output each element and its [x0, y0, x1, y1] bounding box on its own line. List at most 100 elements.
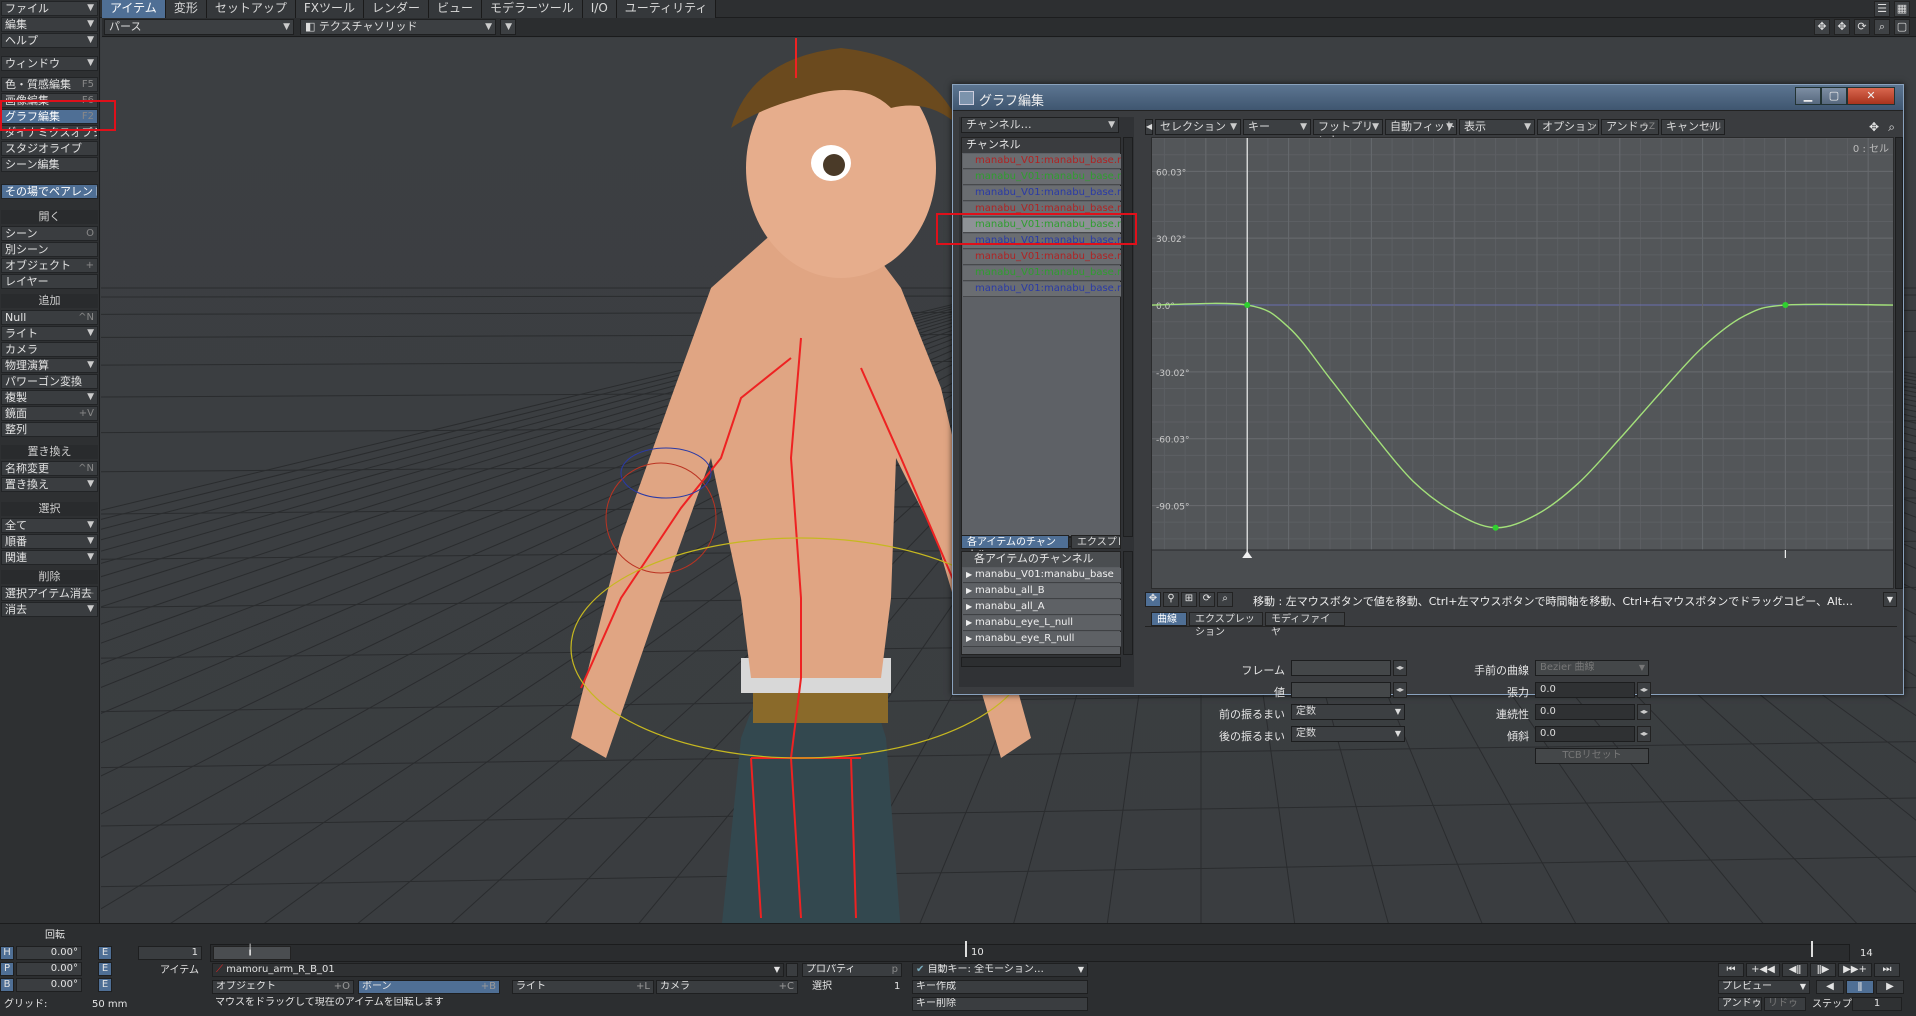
minimize-button[interactable]: ▁ — [1795, 87, 1821, 105]
rotate-view-icon[interactable]: ✥ — [1834, 19, 1850, 35]
autokey-toggle[interactable]: ✔ 自動キー: 全モーション… ▼ — [912, 963, 1088, 977]
graph-vscrollbar[interactable] — [1895, 137, 1903, 589]
channel-row[interactable]: manabu_V01:manabu_base.ma — [963, 266, 1121, 281]
bias-spinner[interactable]: ◂▸ — [1637, 726, 1651, 742]
channel-dropdown[interactable]: チャンネル… ▼ — [961, 117, 1119, 133]
filter-2[interactable]: ライト +L — [512, 980, 654, 994]
graph-toolbar-item-5[interactable]: オプション o — [1537, 119, 1599, 135]
frame-start-field[interactable]: 1 — [138, 946, 202, 960]
bias-field[interactable]: 0.0 — [1535, 726, 1635, 742]
zoom-view-icon[interactable]: ⟳ — [1854, 19, 1870, 35]
rotate-tool-icon[interactable]: ⟳ — [1199, 592, 1215, 607]
graph-area[interactable]: 60.03°30.02°0.0°-30.02°-60.03°-90.05°024… — [1151, 137, 1894, 589]
select-item-0[interactable]: 全て ▼ — [1, 518, 98, 533]
channel-scrollbar[interactable] — [1123, 137, 1133, 537]
b-envelope-button[interactable]: E — [98, 978, 112, 992]
add-item-1[interactable]: ライト ▼ — [1, 326, 98, 341]
tension-spinner[interactable]: ◂▸ — [1637, 682, 1651, 698]
add-item-6[interactable]: 鏡面 +V — [1, 406, 98, 421]
move-view-icon[interactable]: ✥ — [1814, 19, 1830, 35]
add-item-5[interactable]: 複製 ▼ — [1, 390, 98, 405]
tab-2[interactable]: セットアップ — [206, 0, 296, 18]
open-item-3[interactable]: レイヤー — [1, 274, 98, 289]
zoom-tool-icon[interactable]: ⌕ — [1217, 592, 1233, 607]
close-button[interactable]: ✕ — [1847, 87, 1895, 105]
item-tab-1[interactable]: エクスプレ… — [1071, 535, 1121, 549]
graph-toolbar-item-0[interactable]: セレクション ▼ — [1155, 119, 1241, 135]
next-key-icon[interactable]: ▶▶+ — [1838, 963, 1872, 977]
editor-item-4[interactable]: スタジオライブ — [1, 141, 98, 156]
tab-3[interactable]: FXツール — [295, 0, 364, 18]
play-reverse-icon[interactable]: ◀ — [1816, 980, 1844, 994]
tab-4[interactable]: レンダー — [363, 0, 429, 18]
pause-icon[interactable]: ǁ — [1846, 980, 1874, 994]
p-value-field[interactable]: 0.00° — [16, 962, 82, 976]
expand-arrow-icon[interactable]: ▶ — [966, 632, 972, 646]
channel-row[interactable]: manabu_V01:manabu_base.ma — [963, 186, 1121, 201]
frame-spinner[interactable]: ◂▸ — [1393, 660, 1407, 676]
h-envelope-button[interactable]: E — [98, 946, 112, 960]
shading-mode-dropdown[interactable]: ◧ テクスチャソリッド ▼ — [300, 19, 496, 35]
add-item-7[interactable]: 整列 — [1, 422, 98, 437]
item-row[interactable]: ▶ manabu_all_B — [963, 584, 1121, 599]
grid-view-icon[interactable]: ▦ — [1894, 1, 1910, 17]
maximize-button[interactable]: ▢ — [1821, 87, 1847, 105]
window-menu[interactable]: ウィンドウ ▼ — [1, 56, 98, 71]
create-key-button[interactable]: キー作成 — [912, 980, 1088, 994]
filter-3[interactable]: カメラ +C — [656, 980, 798, 994]
step-field[interactable]: 1 — [1852, 997, 1902, 1011]
graph-toolbar-item-1[interactable]: キー ▼ — [1243, 119, 1311, 135]
continuity-spinner[interactable]: ◂▸ — [1637, 704, 1651, 720]
tab-1[interactable]: 変形 — [165, 0, 207, 18]
redo-button[interactable]: リドゥ — [1764, 997, 1806, 1011]
expand-arrow-icon[interactable]: ▶ — [966, 584, 972, 598]
value-field[interactable] — [1291, 682, 1391, 698]
add-item-4[interactable]: パワーゴン変換 — [1, 374, 98, 389]
toolbar-collapse-icon[interactable]: ◀ — [1145, 119, 1153, 135]
item-row[interactable]: ▶ manabu_eye_L_null — [963, 616, 1121, 631]
move-tool-icon[interactable]: ✥ — [1145, 592, 1161, 607]
replace-item-1[interactable]: 置き換え ▼ — [1, 477, 98, 492]
tab-5[interactable]: ビュー — [428, 0, 482, 18]
channel-row[interactable]: manabu_V01:manabu_base.ma — [963, 170, 1121, 185]
graph-toolbar-item-3[interactable]: 自動フィット ▼ — [1385, 119, 1457, 135]
post-behavior-dropdown[interactable]: 定数 ▼ — [1291, 726, 1405, 742]
add-item-2[interactable]: カメラ — [1, 342, 98, 357]
editor-item-0[interactable]: 色・質感編集 F5 — [1, 77, 98, 92]
graph-editor-titlebar[interactable]: グラフ編集 ▁ ▢ ✕ — [953, 85, 1903, 111]
channel-row[interactable]: manabu_V01:manabu_base.ma — [963, 154, 1121, 169]
delete-item-1[interactable]: 消去 ▼ — [1, 602, 98, 617]
filter-1[interactable]: ボーン +B — [358, 980, 500, 994]
delete-key-button[interactable]: キー削除 — [912, 997, 1088, 1011]
curve-tab-1[interactable]: エクスプレッション — [1189, 612, 1263, 638]
prev-key-icon[interactable]: +◀◀ — [1746, 963, 1780, 977]
continuity-field[interactable]: 0.0 — [1535, 704, 1635, 720]
graph-toolbar-item-2[interactable]: フットプリント▼ — [1313, 119, 1383, 147]
menu-0[interactable]: ファイル ▼ — [1, 1, 98, 16]
item-hscrollbar[interactable] — [961, 657, 1121, 667]
timeline-slider[interactable]: ╽ 10 — [210, 941, 1850, 962]
tab-0[interactable]: アイテム — [102, 0, 166, 18]
first-frame-icon[interactable]: ⏮ — [1718, 963, 1744, 977]
frame-field[interactable] — [1291, 660, 1391, 676]
tab-7[interactable]: I/O — [582, 0, 617, 18]
graph-toolbar-item-6[interactable]: アンドゥ ^Z — [1601, 119, 1659, 135]
channel-row[interactable]: manabu_V01:manabu_base.ma — [963, 282, 1121, 297]
expand-arrow-icon[interactable]: ▶ — [966, 600, 972, 614]
tab-8[interactable]: ユーティリティ — [616, 0, 717, 18]
open-item-0[interactable]: シーン O — [1, 226, 98, 241]
last-frame-icon[interactable]: ⏭ — [1874, 963, 1900, 977]
expand-arrow-icon[interactable]: ▶ — [966, 616, 972, 630]
next-frame-icon[interactable]: ǁ▶ — [1810, 963, 1836, 977]
item-options-button[interactable] — [786, 963, 798, 977]
tab-6[interactable]: モデラーツール — [482, 0, 583, 18]
open-item-2[interactable]: オブジェクト + — [1, 258, 98, 273]
status-dropdown[interactable]: ▼ — [1883, 592, 1897, 607]
stretch-tool-icon[interactable]: ⊞ — [1181, 592, 1197, 607]
search-icon[interactable]: ⌕ — [1874, 19, 1890, 35]
extra-dropdown[interactable]: ▼ — [500, 19, 516, 35]
menu-1[interactable]: 編集 ▼ — [1, 17, 98, 32]
select-item-1[interactable]: 順番 ▼ — [1, 534, 98, 549]
select-item-2[interactable]: 関連 ▼ — [1, 550, 98, 565]
current-item-dropdown[interactable]: ⟋ mamoru_arm_R_B_01 ▼ — [212, 963, 784, 977]
